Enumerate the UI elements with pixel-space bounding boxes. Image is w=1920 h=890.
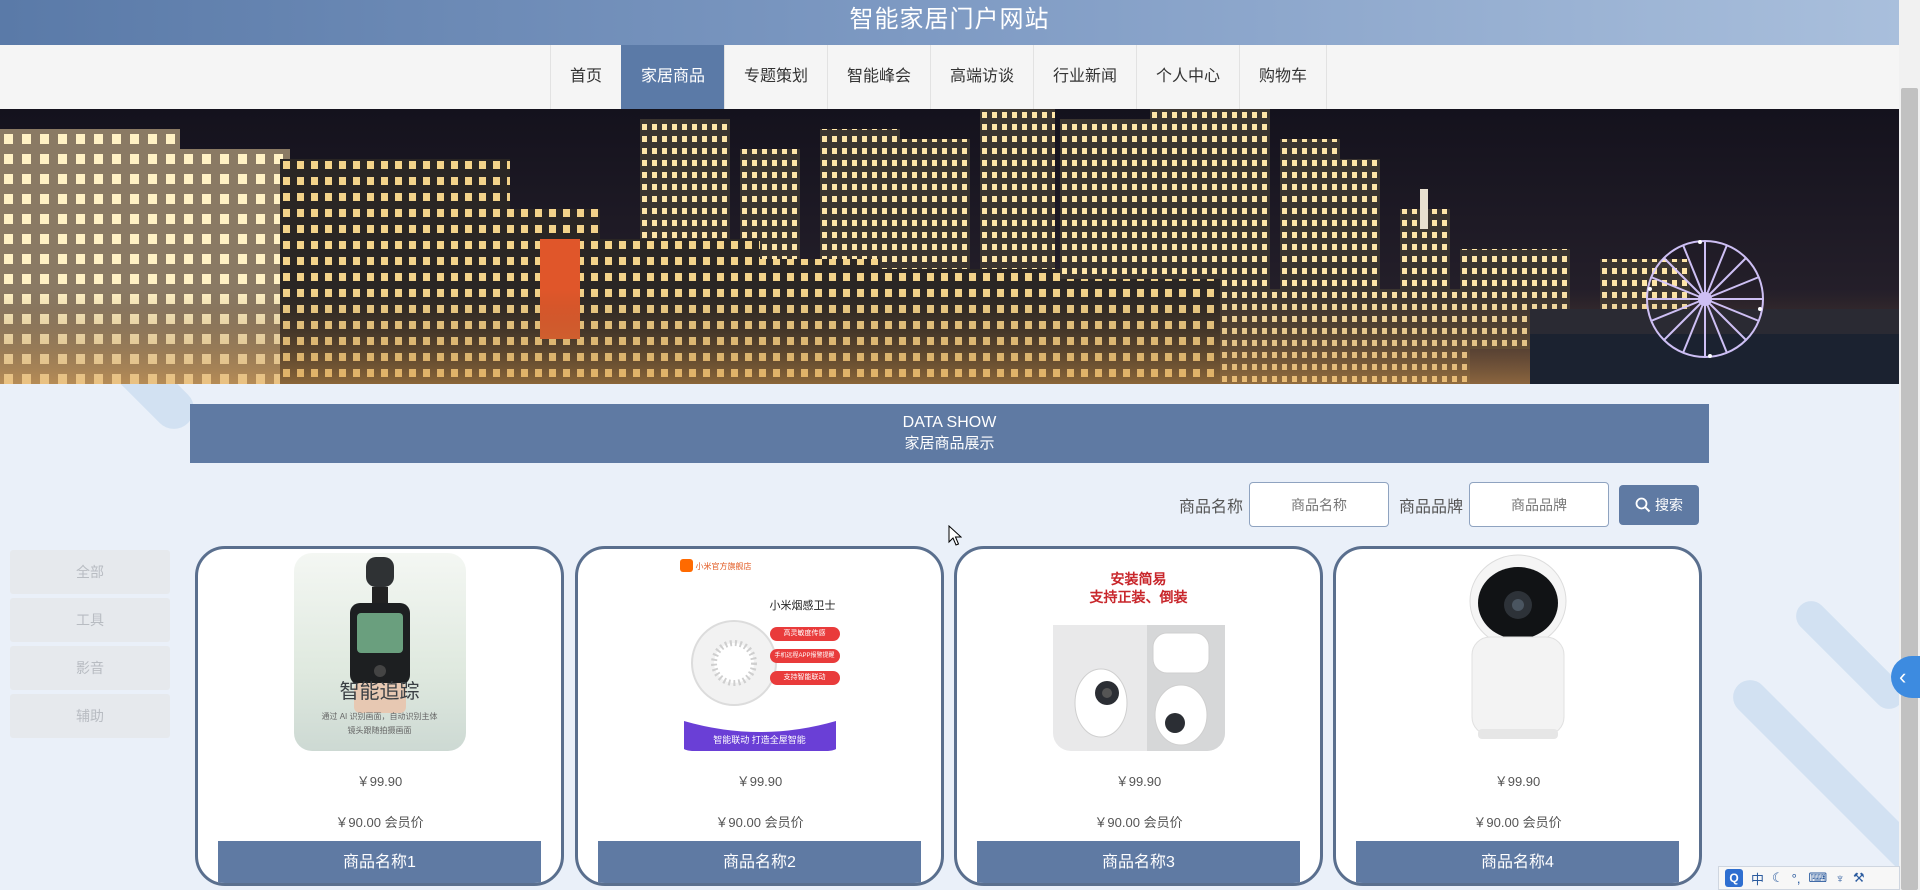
ime-toolbar: Q 中 ☾ °, ⌨ ♆ ⚒ [1718, 866, 1900, 890]
product-price: ￥99.90 [1494, 774, 1541, 789]
scrollbar-thumb[interactable] [1901, 88, 1918, 890]
chevron-left-icon: ‹ [1899, 664, 1907, 689]
nav-item-products[interactable]: 家居商品 [620, 45, 724, 109]
product-card[interactable]: 小米官方旗舰店 小米烟感卫士 高灵敏度传感 手机远程APP报警提醒 支持智能联动… [575, 546, 944, 886]
nav-item-cart[interactable]: 购物车 [1239, 45, 1328, 109]
product-image-caption: 小米烟感卫士 [769, 600, 836, 612]
background-decoration [1789, 594, 1911, 716]
product-price: ￥99.90 [356, 774, 403, 789]
keyboard-icon[interactable]: ⌨ [1808, 870, 1827, 886]
mouse-cursor-icon [948, 525, 962, 546]
ime-mode-toggle[interactable]: 中 [1751, 869, 1764, 888]
brand-search-input[interactable] [1469, 482, 1609, 527]
product-image: 安装简易 支持正装、倒装 [1052, 553, 1225, 751]
nav-item-topics[interactable]: 专题策划 [723, 45, 827, 109]
product-image [1431, 553, 1604, 751]
category-list: 全部 工具 影音 辅助 [10, 550, 170, 742]
banner-image [0, 109, 1899, 384]
site-title: 智能家居门户网站 [849, 6, 1050, 33]
product-card[interactable]: ￥99.90 ￥90.00 会员价 商品名称4 [1333, 546, 1702, 886]
category-all[interactable]: 全部 [10, 550, 170, 594]
search-icon [1635, 497, 1651, 512]
product-name[interactable]: 商品名称4 [1356, 841, 1679, 883]
product-price: ￥99.90 [736, 774, 783, 789]
product-image-tag: 手机远程APP报警提醒 [769, 649, 840, 663]
section-title-cn: 家居商品展示 [904, 435, 995, 452]
ime-logo[interactable]: Q [1725, 869, 1743, 887]
nav-item-summit[interactable]: 智能峰会 [826, 45, 930, 109]
product-member-price: ￥90.00 会员价 [1094, 815, 1183, 830]
punct-icon[interactable]: °, [1792, 871, 1801, 886]
search-button[interactable]: 搜索 [1619, 484, 1699, 525]
product-image-caption: 智能联动 打造全屋智能 [713, 735, 806, 745]
nav-item-user-center[interactable]: 个人中心 [1136, 45, 1240, 109]
product-member-price: ￥90.00 会员价 [335, 815, 424, 830]
product-name[interactable]: 商品名称1 [218, 841, 541, 883]
product-image-caption: 智能追踪 [339, 681, 420, 703]
product-member-price: ￥90.00 会员价 [1473, 815, 1562, 830]
nav-item-news[interactable]: 行业新闻 [1033, 45, 1137, 109]
product-image-subcaption: 通过 AI 识别画面，自动识别主体 [321, 712, 438, 721]
product-price: ￥99.90 [1115, 774, 1162, 789]
nav-item-home[interactable]: 首页 [549, 45, 621, 109]
brand-search-label: 商品品牌 [1398, 498, 1463, 516]
site-header: 智能家居门户网站 [0, 0, 1899, 45]
product-card[interactable]: 智能追踪 通过 AI 识别画面，自动识别主体 镜头跟随拍摄画面 ￥99.90 ￥… [195, 546, 564, 886]
product-card[interactable]: 安装简易 支持正装、倒装 ￥99.90 ￥90.00 会员价 商品名称3 [954, 546, 1323, 886]
product-member-price: ￥90.00 会员价 [715, 815, 804, 830]
search-bar: 商品名称 商品品牌 搜索 [1169, 482, 1699, 527]
nav-item-interviews[interactable]: 高端访谈 [930, 45, 1034, 109]
product-image-subcaption: 镜头跟随拍摄画面 [347, 726, 412, 735]
product-image: 小米官方旗舰店 小米烟感卫士 高灵敏度传感 手机远程APP报警提醒 支持智能联动… [673, 553, 846, 751]
skin-icon[interactable]: ♆ [1835, 871, 1845, 886]
name-search-input[interactable] [1248, 482, 1389, 527]
main-nav: 首页 家居商品 专题策划 智能峰会 高端访谈 行业新闻 个人中心 购物车 [0, 45, 1899, 109]
category-accessories[interactable]: 辅助 [10, 694, 170, 738]
product-name[interactable]: 商品名称2 [598, 841, 921, 883]
section-title-en: DATA SHOW [902, 414, 997, 431]
page-scrollbar[interactable] [1899, 0, 1920, 890]
wrench-icon[interactable]: ⚒ [1853, 870, 1865, 886]
search-button-label: 搜索 [1655, 496, 1683, 513]
section-title-bar: DATA SHOW 家居商品展示 [190, 404, 1709, 463]
product-image-tag: 高灵敏度传感 [769, 627, 840, 641]
product-name[interactable]: 商品名称3 [977, 841, 1300, 883]
category-tools[interactable]: 工具 [10, 598, 170, 642]
moon-icon[interactable]: ☾ [1772, 870, 1784, 886]
name-search-label: 商品名称 [1178, 498, 1243, 516]
product-image-tag: 支持智能联动 [769, 671, 840, 685]
product-image: 智能追踪 通过 AI 识别画面，自动识别主体 镜头跟随拍摄画面 [293, 553, 466, 751]
category-audio-video[interactable]: 影音 [10, 646, 170, 690]
